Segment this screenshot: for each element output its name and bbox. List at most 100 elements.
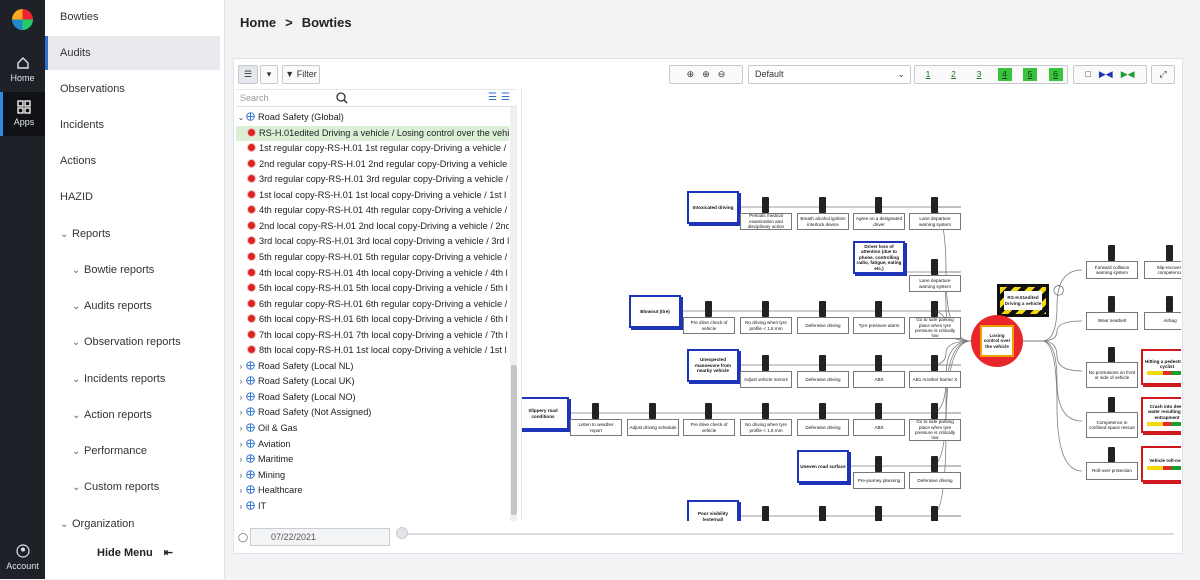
tree-group[interactable]: › Mining xyxy=(236,468,509,483)
collapse-all-icon[interactable]: ☰ xyxy=(488,92,497,103)
barrier-node[interactable]: No driving when tyre profile < 1,6 mm xyxy=(740,317,792,334)
threat-node[interactable]: Slippery road conditions xyxy=(522,397,569,430)
tree-group[interactable]: › Road Safety (Local NO) xyxy=(236,390,509,405)
rail-home[interactable]: Home xyxy=(0,48,45,92)
tree-item[interactable]: 3rd regular copy-RS-H.01 3rd regular cop… xyxy=(236,172,509,187)
level-1-button[interactable]: 1 xyxy=(921,68,935,81)
chevron-right-icon[interactable]: › xyxy=(236,421,246,436)
chevron-down-icon[interactable]: ⌄ xyxy=(236,110,246,125)
nav-custom-reports[interactable]: ⌄ Custom reports xyxy=(45,470,220,504)
top-event-node[interactable]: Losing control over the vehicle xyxy=(971,315,1023,367)
recovery-barrier-node[interactable]: Forward collision warning system xyxy=(1086,261,1138,279)
barrier-node[interactable]: ABS xyxy=(853,419,905,436)
barrier-node[interactable]: Pre drive check of vehicle xyxy=(683,317,735,334)
nav-observation-reports[interactable]: ⌄ Observation reports xyxy=(45,325,220,359)
hide-menu-button[interactable]: Hide Menu ⇤ xyxy=(45,527,225,579)
nav-incidents-reports[interactable]: ⌄ Incidents reports xyxy=(45,362,220,396)
nav-bowties[interactable]: Bowties xyxy=(45,0,220,34)
nav-reports[interactable]: ⌄ Reports xyxy=(45,217,220,251)
nav-observations[interactable]: Observations xyxy=(45,72,220,106)
barrier-node[interactable]: Pre drive check of vehicle xyxy=(683,419,735,436)
tree-item[interactable]: RS-H.01edited Driving a vehicle / Losing… xyxy=(236,125,509,141)
barrier-node[interactable]: Adjust driving schedule xyxy=(627,419,679,436)
tree-item[interactable]: 2nd regular copy-RS-H.01 2nd regular cop… xyxy=(236,157,509,172)
barrier-node[interactable]: Adjust vehicle mirrors xyxy=(740,371,792,388)
tree-item[interactable]: 2nd local copy-RS-H.01 2nd local copy-Dr… xyxy=(236,219,509,234)
hazard-node[interactable]: RS-H.01edited Driving a vehicle xyxy=(997,284,1049,317)
threat-node[interactable]: Intoxicated driving xyxy=(687,191,739,224)
consequence-node[interactable]: Hitting a pedestrian, cyclist xyxy=(1141,349,1181,385)
chevron-right-icon[interactable]: › xyxy=(236,437,246,452)
rail-account[interactable]: Account xyxy=(0,536,45,580)
barrier-node[interactable]: No driving when tyre profile < 1,6 mm xyxy=(740,419,792,436)
nav-action-reports[interactable]: ⌄ Action reports xyxy=(45,398,220,432)
tree-group[interactable]: › IT xyxy=(236,499,509,514)
rail-apps[interactable]: Apps xyxy=(0,92,45,136)
recovery-barrier-node[interactable]: No protrusions on front or side of vehic… xyxy=(1086,362,1138,388)
zoom-fit-icon[interactable]: ⊕ xyxy=(687,69,695,79)
barrier-node[interactable]: Breath alcohol ignition interlock device xyxy=(797,213,849,230)
nav-hazid[interactable]: HAZID xyxy=(45,180,220,214)
tree-item[interactable]: 6th local copy-RS-H.01 6th local copy-Dr… xyxy=(236,312,509,327)
save-icon[interactable]: □ xyxy=(1085,69,1090,79)
fullscreen-button[interactable]: ⤢ xyxy=(1151,65,1175,84)
bowtie-blue-icon[interactable]: ▶◀ xyxy=(1099,69,1113,79)
timeline-track[interactable] xyxy=(399,533,1174,535)
level-2-button[interactable]: 2 xyxy=(947,68,961,81)
nav-incidents[interactable]: Incidents xyxy=(45,108,220,142)
recovery-barrier-node[interactable]: Roll-over protection xyxy=(1086,462,1138,480)
barrier-node[interactable]: AB1 Another barrier X xyxy=(909,371,961,388)
level-4-button[interactable]: 4 xyxy=(997,68,1012,81)
barrier-node[interactable]: Pre-journey planning xyxy=(853,472,905,489)
chevron-right-icon[interactable]: › xyxy=(236,359,246,374)
view-select[interactable]: Default ⌄ xyxy=(748,65,911,84)
chevron-right-icon[interactable]: › xyxy=(236,499,246,514)
view-dropdown-button[interactable]: ▾ xyxy=(260,65,278,84)
tree-item[interactable]: 6th regular copy-RS-H.01 6th regular cop… xyxy=(236,297,509,312)
tree-item[interactable]: 4th local copy-RS-H.01 4th local copy-Dr… xyxy=(236,266,509,281)
level-6-button[interactable]: 6 xyxy=(1048,68,1063,81)
tree-group[interactable]: › Maritime xyxy=(236,452,509,467)
nav-actions[interactable]: Actions xyxy=(45,144,220,178)
chevron-right-icon[interactable]: › xyxy=(236,468,246,483)
search-input[interactable]: Search ☰ ☰ xyxy=(236,90,517,107)
threat-node[interactable]: Blowout (tire) xyxy=(629,295,681,328)
nav-audits[interactable]: Audits xyxy=(45,36,220,70)
recovery-barrier-node[interactable]: Airbag xyxy=(1144,312,1181,330)
tree-group[interactable]: › Healthcare xyxy=(236,483,509,498)
barrier-node[interactable]: Agree on a designated driver xyxy=(853,213,905,230)
barrier-node[interactable]: Tyre pressure alarm xyxy=(853,317,905,334)
tree-group[interactable]: › Aviation xyxy=(236,437,509,452)
barrier-node[interactable]: Listen to weather report xyxy=(570,419,622,436)
barrier-node[interactable]: Go to safe parking place when tyre press… xyxy=(909,419,961,441)
chevron-right-icon[interactable]: › xyxy=(236,483,246,498)
zoom-out-icon[interactable]: ⊖ xyxy=(718,69,726,79)
zoom-in-icon[interactable]: ⊕ xyxy=(702,69,710,79)
recovery-barrier-node[interactable]: Slip-recovery competence xyxy=(1144,261,1181,279)
level-3-button[interactable]: 3 xyxy=(972,68,986,81)
tree-vertical-scrollbar[interactable] xyxy=(510,107,517,521)
consequence-node[interactable]: Vehicle roll-over xyxy=(1141,446,1181,482)
recovery-barrier-node[interactable]: Wear seatbelt xyxy=(1086,312,1138,330)
list-view-button[interactable]: ☰ xyxy=(238,65,258,84)
date-field[interactable]: ◯ 07/22/2021 xyxy=(238,528,390,546)
search-icon[interactable] xyxy=(336,92,348,104)
tree-group[interactable]: › Road Safety (Local UK) xyxy=(236,374,509,389)
barrier-node[interactable]: Go to safe parking place when tyre press… xyxy=(909,317,961,339)
tree-group[interactable]: › Oil & Gas xyxy=(236,421,509,436)
nav-performance[interactable]: ⌄ Performance xyxy=(45,434,220,468)
tree-item[interactable]: 7th local copy-RS-H.01 7th local copy-Dr… xyxy=(236,328,509,343)
threat-node[interactable]: Poor visibility (external) xyxy=(687,500,739,521)
barrier-node[interactable]: Defensive driving xyxy=(797,371,849,388)
threat-node[interactable]: Unexpected manoeuvre from nearby vehicle xyxy=(687,349,739,382)
barrier-node[interactable]: Periodic medical examination and discipl… xyxy=(740,213,792,230)
globe-icon[interactable]: ◯ xyxy=(1053,285,1064,296)
tree-item[interactable]: 1st local copy-RS-H.01 1st local copy-Dr… xyxy=(236,188,509,203)
barrier-node[interactable]: Lane departure warning system xyxy=(909,275,961,292)
chevron-right-icon[interactable]: › xyxy=(236,390,246,405)
chevron-right-icon[interactable]: › xyxy=(236,405,246,420)
nav-audits-reports[interactable]: ⌄ Audits reports xyxy=(45,289,220,323)
nav-bowtie-reports[interactable]: ⌄ Bowtie reports xyxy=(45,253,220,287)
tree-item[interactable]: 3rd local copy-RS-H.01 3rd local copy-Dr… xyxy=(236,234,509,249)
barrier-node[interactable]: Defensive driving xyxy=(909,472,961,489)
